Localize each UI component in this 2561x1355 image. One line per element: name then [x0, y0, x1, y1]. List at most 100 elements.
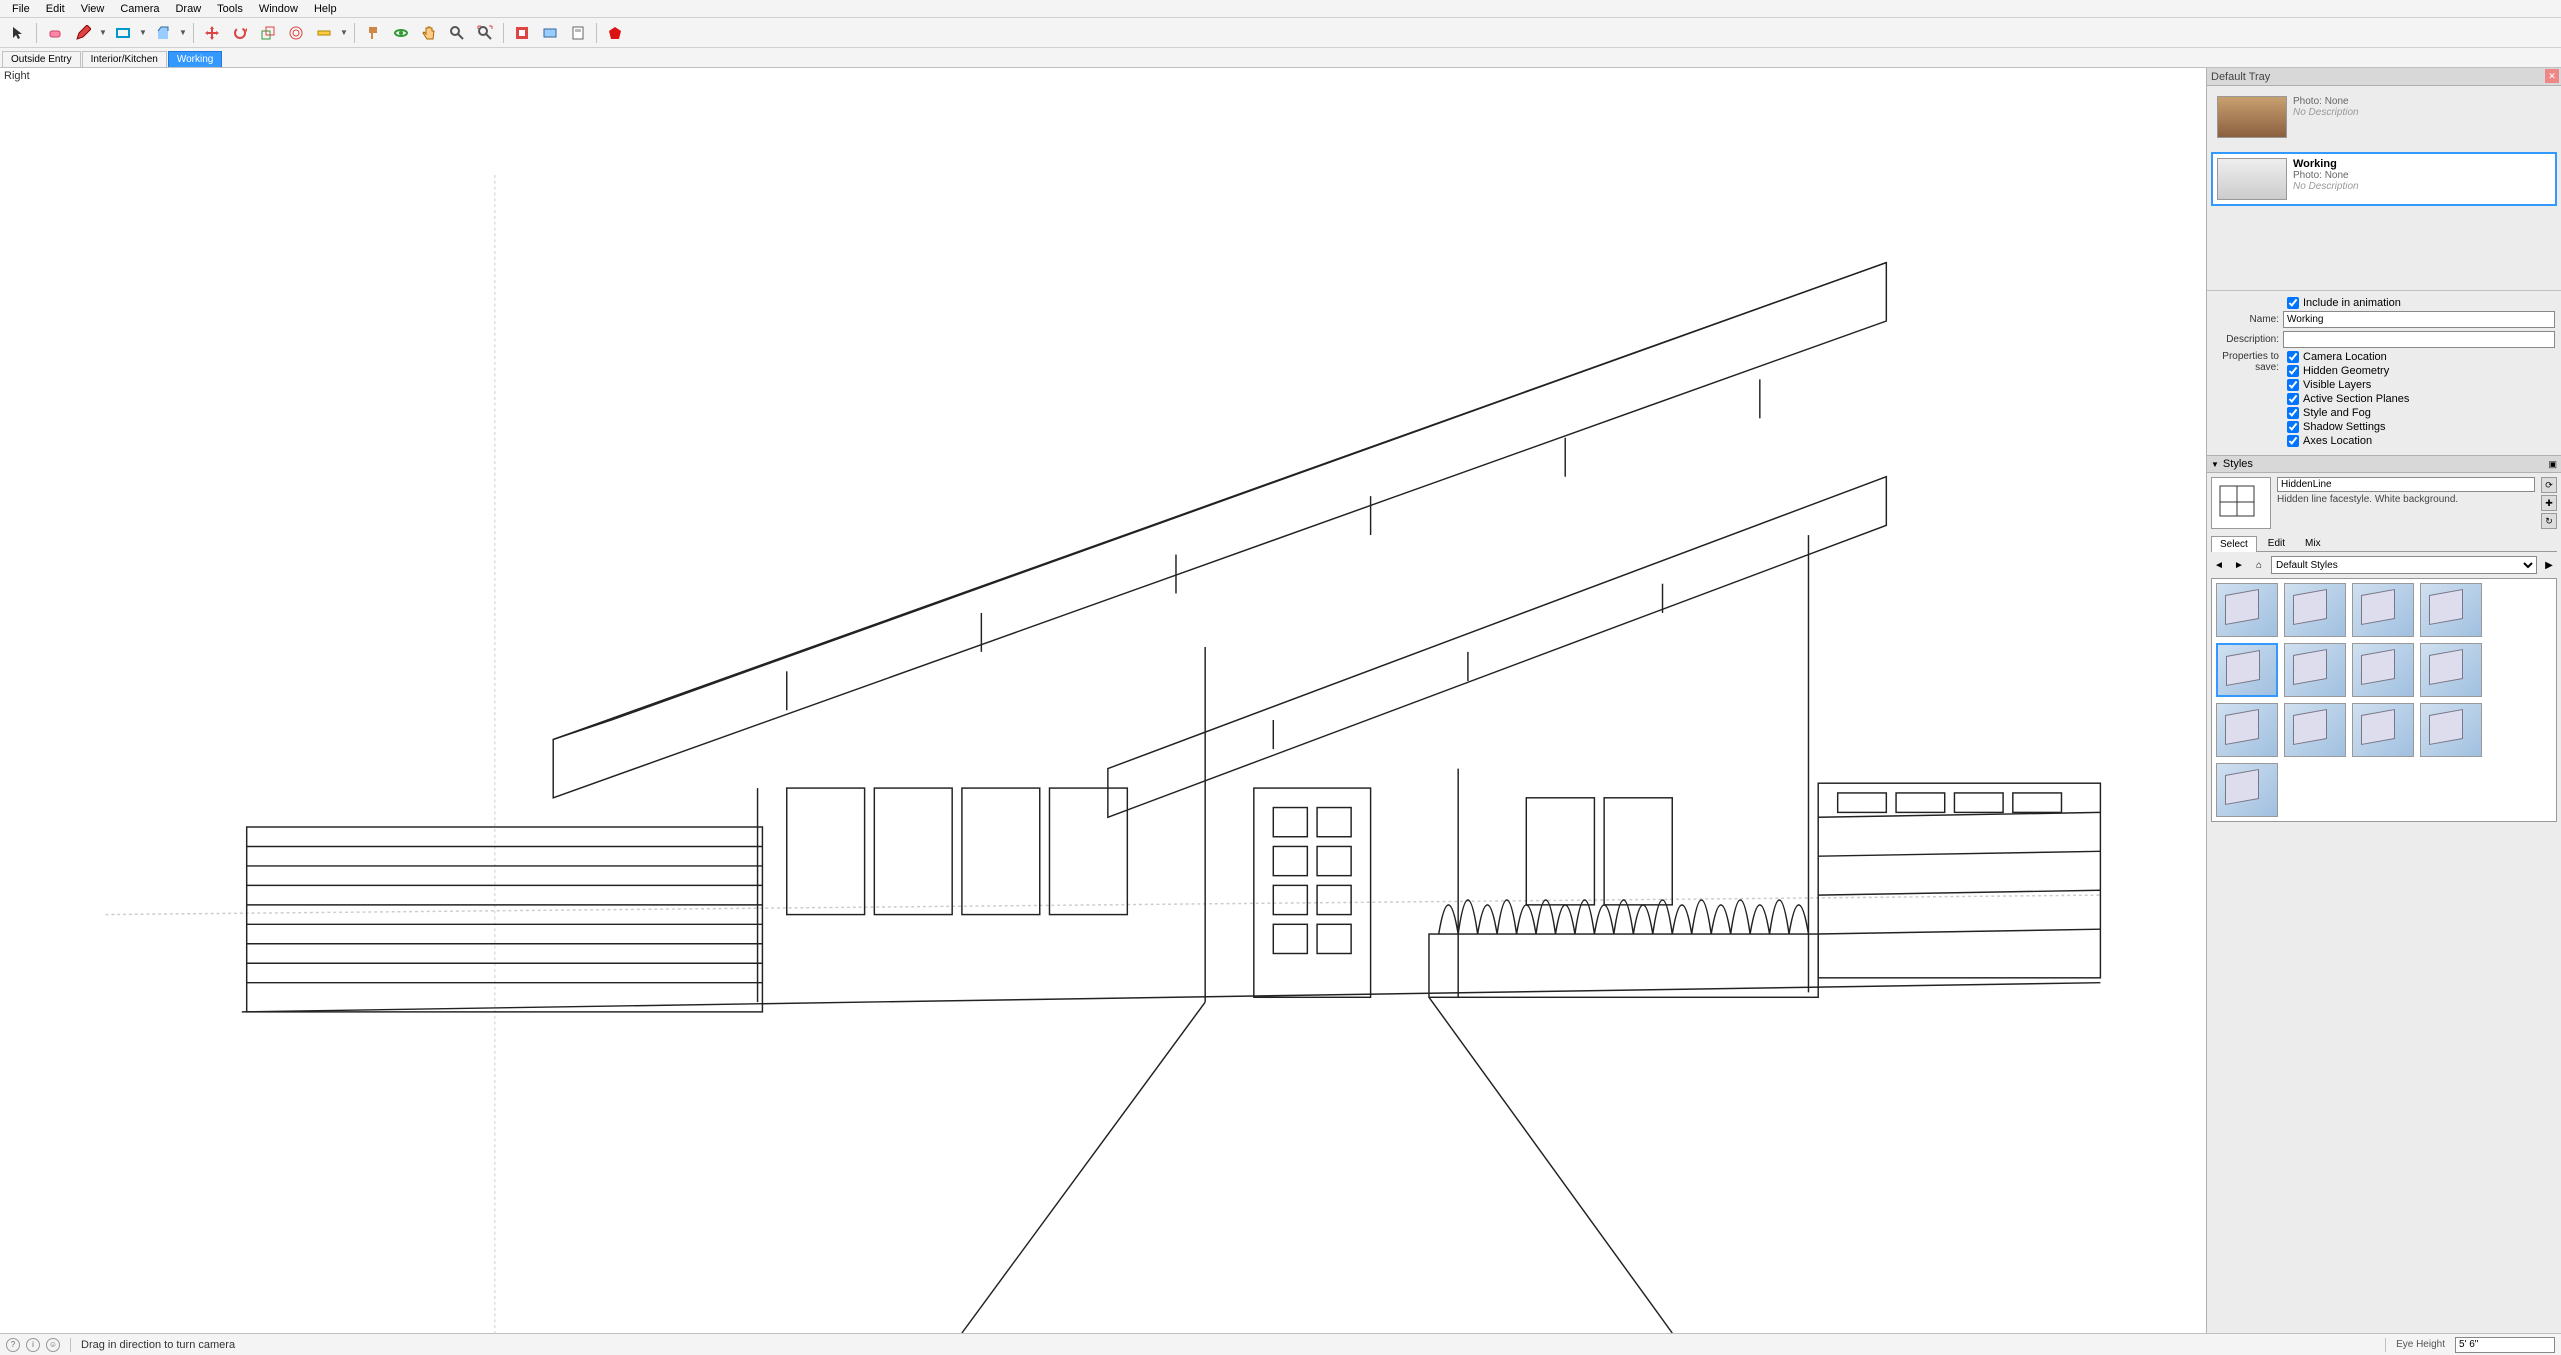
rectangle-tool-icon[interactable] [111, 21, 135, 45]
style-swatch[interactable] [2216, 763, 2278, 817]
style-collection-select[interactable]: Default Styles [2271, 556, 2537, 574]
menu-draw[interactable]: Draw [167, 2, 209, 16]
zoom-extents-tool-icon[interactable] [473, 21, 497, 45]
style-create-icon[interactable]: ✚ [2541, 495, 2557, 511]
prop-layers-checkbox[interactable] [2287, 379, 2299, 391]
pushpull-tool-icon[interactable] [151, 21, 175, 45]
orbit-tool-icon[interactable] [389, 21, 413, 45]
prop-hidden-checkbox[interactable] [2287, 365, 2299, 377]
scene-properties-form: Include in animation Name: Description: … [2207, 290, 2561, 455]
style-refresh-icon[interactable]: ↻ [2541, 513, 2557, 529]
menu-file[interactable]: File [4, 2, 38, 16]
viewport[interactable]: Right [0, 68, 2206, 1333]
nav-details-icon[interactable]: ▶ [2541, 557, 2557, 573]
zoom-tool-icon[interactable] [445, 21, 469, 45]
pushpull-dropdown-icon[interactable]: ▼ [179, 21, 187, 45]
tray-close-icon[interactable]: ✕ [2545, 69, 2559, 83]
default-tray: Default Tray ✕ Photo: None No Descriptio… [2206, 68, 2561, 1333]
nav-back-icon[interactable]: ◄ [2211, 557, 2227, 573]
layout-tool-icon[interactable] [566, 21, 590, 45]
scale-tool-icon[interactable] [256, 21, 280, 45]
toolbar-separator [193, 23, 194, 43]
style-swatch[interactable] [2216, 703, 2278, 757]
props-to-save-label: Properties to save: [2213, 351, 2283, 449]
styles-panel-title: Styles [2223, 458, 2253, 470]
style-grid [2211, 578, 2557, 822]
model-drawing [0, 68, 2206, 1333]
prop-layers-label: Visible Layers [2303, 379, 2371, 391]
warehouse-tool-icon[interactable] [510, 21, 534, 45]
prop-section-checkbox[interactable] [2287, 393, 2299, 405]
paint-tool-icon[interactable] [361, 21, 385, 45]
status-hint: Drag in direction to turn camera [81, 1339, 235, 1351]
pencil-tool-icon[interactable] [71, 21, 95, 45]
offset-tool-icon[interactable] [284, 21, 308, 45]
scene-card[interactable]: Photo: None No Description [2211, 90, 2557, 144]
description-field[interactable] [2283, 331, 2555, 348]
move-tool-icon[interactable] [200, 21, 224, 45]
select-tool-icon[interactable] [6, 21, 30, 45]
prop-section-label: Active Section Planes [2303, 393, 2409, 405]
shape-dropdown-icon[interactable]: ▼ [139, 21, 147, 45]
menu-camera[interactable]: Camera [112, 2, 167, 16]
style-swatch[interactable] [2420, 643, 2482, 697]
scene-tab-outside-entry[interactable]: Outside Entry [2, 51, 81, 67]
eraser-tool-icon[interactable] [43, 21, 67, 45]
prop-style-checkbox[interactable] [2287, 407, 2299, 419]
style-swatch[interactable] [2420, 703, 2482, 757]
style-swatch[interactable] [2420, 583, 2482, 637]
prop-camera-checkbox[interactable] [2287, 351, 2299, 363]
tape-tool-icon[interactable] [312, 21, 336, 45]
menu-tools[interactable]: Tools [209, 2, 251, 16]
pan-tool-icon[interactable] [417, 21, 441, 45]
info-icon[interactable]: i [26, 1338, 40, 1352]
user-icon[interactable]: ☺ [46, 1338, 60, 1352]
name-field-label: Name: [2213, 314, 2283, 325]
styles-panel-body: HiddenLine Hidden line facestyle. White … [2207, 473, 2561, 826]
menu-view[interactable]: View [73, 2, 113, 16]
include-animation-checkbox[interactable] [2287, 297, 2299, 309]
pencil-dropdown-icon[interactable]: ▼ [99, 21, 107, 45]
toolbar-separator [354, 23, 355, 43]
vcb-label: Eye Height [2396, 1339, 2445, 1350]
ruby-tool-icon[interactable] [603, 21, 627, 45]
panel-menu-icon[interactable]: ▣ [2548, 459, 2557, 470]
style-swatch[interactable] [2216, 643, 2278, 697]
style-update-icon[interactable]: ⟳ [2541, 477, 2557, 493]
style-swatch[interactable] [2284, 643, 2346, 697]
viewport-label: Right [4, 70, 30, 82]
prop-shadow-checkbox[interactable] [2287, 421, 2299, 433]
status-bar: ? i ☺ Drag in direction to turn camera E… [0, 1333, 2561, 1355]
nav-fwd-icon[interactable]: ► [2231, 557, 2247, 573]
style-swatch[interactable] [2284, 583, 2346, 637]
style-tab-edit[interactable]: Edit [2259, 535, 2294, 551]
style-swatch[interactable] [2352, 643, 2414, 697]
style-swatch[interactable] [2216, 583, 2278, 637]
scene-tab-working[interactable]: Working [168, 51, 223, 67]
prop-axes-checkbox[interactable] [2287, 435, 2299, 447]
style-swatch[interactable] [2352, 703, 2414, 757]
current-style-name[interactable]: HiddenLine [2277, 477, 2535, 492]
tape-dropdown-icon[interactable]: ▼ [340, 21, 348, 45]
style-tab-mix[interactable]: Mix [2296, 535, 2330, 551]
rotate-tool-icon[interactable] [228, 21, 252, 45]
vcb-input[interactable] [2455, 1337, 2555, 1353]
nav-home-icon[interactable]: ⌂ [2251, 557, 2267, 573]
styles-panel-header[interactable]: ▼ Styles ▣ [2207, 455, 2561, 473]
description-field-label: Description: [2213, 334, 2283, 345]
menu-edit[interactable]: Edit [38, 2, 73, 16]
scene-thumb-icon [2217, 158, 2287, 200]
menu-help[interactable]: Help [306, 2, 345, 16]
menu-window[interactable]: Window [251, 2, 306, 16]
help-icon[interactable]: ? [6, 1338, 20, 1352]
name-field[interactable] [2283, 311, 2555, 328]
style-swatch[interactable] [2352, 583, 2414, 637]
scene-tab-interior-kitchen[interactable]: Interior/Kitchen [82, 51, 167, 67]
scene-photo-label: Photo: None [2293, 170, 2551, 181]
extension-tool-icon[interactable] [538, 21, 562, 45]
style-tab-select[interactable]: Select [2211, 536, 2257, 552]
toolbar-separator [36, 23, 37, 43]
style-swatch[interactable] [2284, 703, 2346, 757]
scene-card-selected[interactable]: Working Photo: None No Description [2211, 152, 2557, 206]
tray-header[interactable]: Default Tray ✕ [2207, 68, 2561, 86]
